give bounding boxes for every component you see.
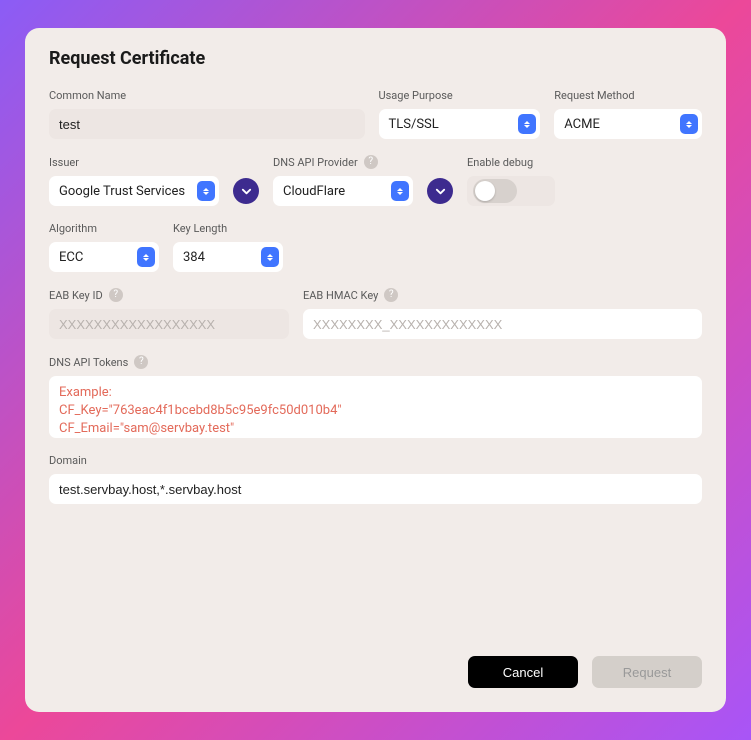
issuer-select[interactable]: Google Trust Services <box>49 176 219 206</box>
toggle-knob <box>475 181 495 201</box>
eab-hmac-key-input[interactable] <box>303 309 702 339</box>
help-icon[interactable]: ? <box>384 288 398 302</box>
label-key-length: Key Length <box>173 222 283 235</box>
request-button[interactable]: Request <box>592 656 702 688</box>
enable-debug-toggle[interactable] <box>473 179 517 203</box>
help-icon[interactable]: ? <box>364 155 378 169</box>
label-issuer: Issuer <box>49 156 219 169</box>
updown-icon <box>391 181 409 201</box>
chevron-down-icon <box>241 186 252 197</box>
updown-icon <box>680 114 698 134</box>
label-request-method: Request Method <box>554 89 702 102</box>
eab-key-id-input[interactable] <box>49 309 289 339</box>
domain-input[interactable] <box>49 474 702 504</box>
updown-icon <box>197 181 215 201</box>
help-icon[interactable]: ? <box>109 288 123 302</box>
algorithm-select[interactable]: ECC <box>49 242 159 272</box>
label-dns-provider: DNS API Provider ? <box>273 155 413 169</box>
help-icon[interactable]: ? <box>134 355 148 369</box>
form: Common Name Usage Purpose TLS/SSL Reques… <box>49 89 702 644</box>
label-eab-key-id: EAB Key ID ? <box>49 288 289 302</box>
chevron-down-icon <box>435 186 446 197</box>
dialog-footer: Cancel Request <box>49 644 702 688</box>
label-eab-hmac-key: EAB HMAC Key ? <box>303 288 702 302</box>
dns-tokens-textarea[interactable] <box>49 376 702 438</box>
updown-icon <box>518 114 536 134</box>
usage-purpose-select[interactable]: TLS/SSL <box>379 109 541 139</box>
label-common-name: Common Name <box>49 89 365 102</box>
page-title: Request Certificate <box>49 48 702 69</box>
issuer-expand-button[interactable] <box>233 178 259 204</box>
common-name-input[interactable] <box>49 109 365 139</box>
request-method-select[interactable]: ACME <box>554 109 702 139</box>
key-length-select[interactable]: 384 <box>173 242 283 272</box>
label-usage-purpose: Usage Purpose <box>379 89 541 102</box>
dns-provider-select[interactable]: CloudFlare <box>273 176 413 206</box>
updown-icon <box>261 247 279 267</box>
label-dns-tokens: DNS API Tokens ? <box>49 355 702 369</box>
updown-icon <box>137 247 155 267</box>
label-domain: Domain <box>49 454 702 467</box>
label-enable-debug: Enable debug <box>467 156 555 169</box>
request-certificate-dialog: Request Certificate Common Name Usage Pu… <box>25 28 726 712</box>
dns-expand-button[interactable] <box>427 178 453 204</box>
label-algorithm: Algorithm <box>49 222 159 235</box>
cancel-button[interactable]: Cancel <box>468 656 578 688</box>
